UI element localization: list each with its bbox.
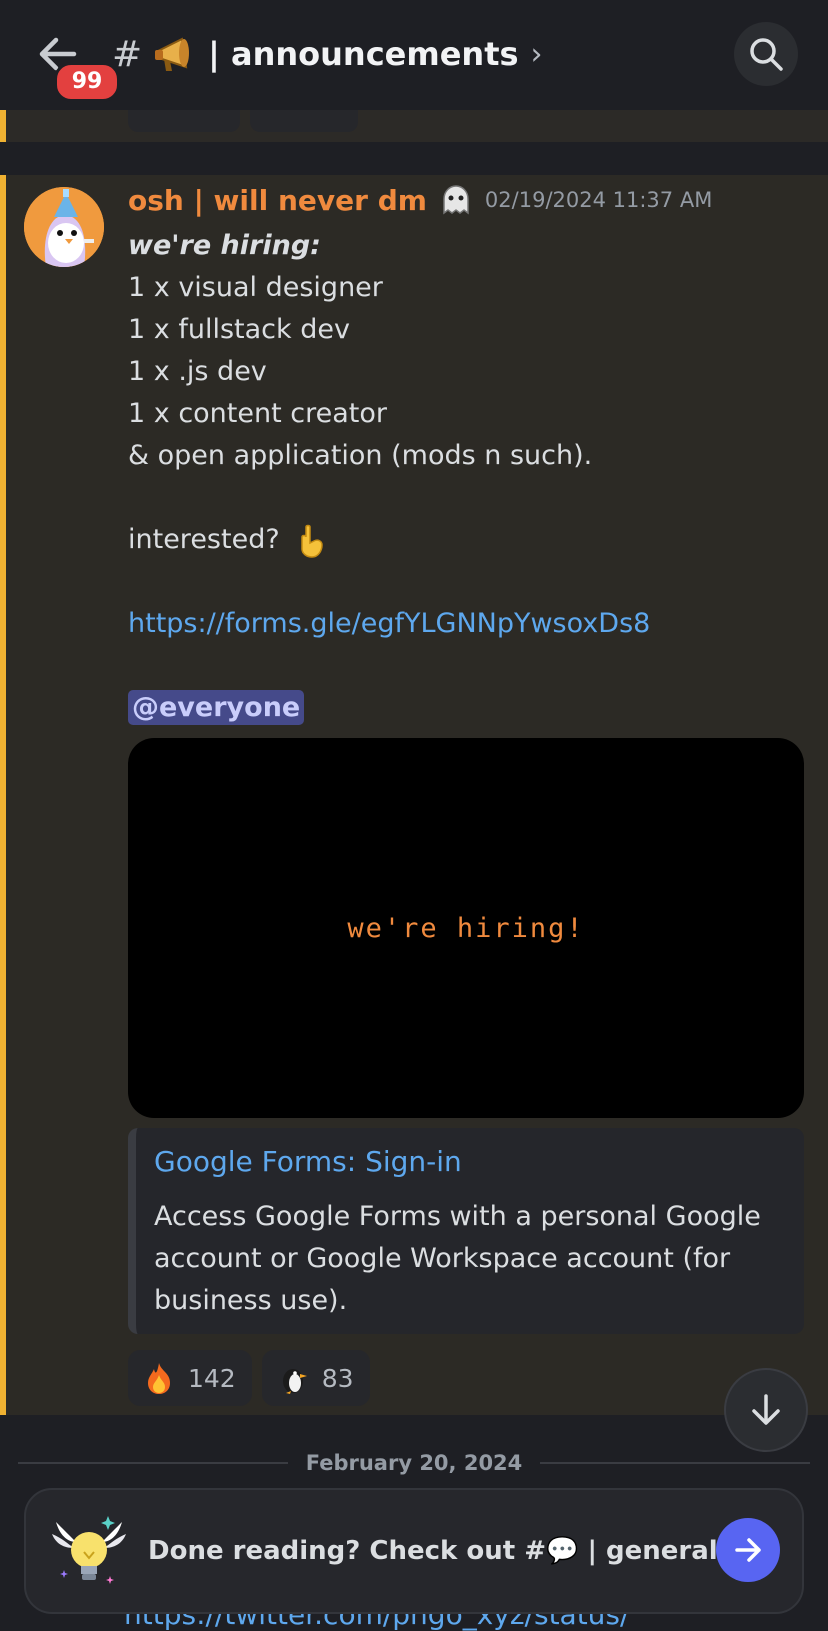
channel-name: | announcements xyxy=(208,35,519,73)
message-line: & open application (mods n such). xyxy=(128,440,593,471)
message-line: 1 x .js dev xyxy=(128,356,267,387)
media-caption: we're hiring! xyxy=(347,912,585,944)
message-content: we're hiring: 1 x visual designer 1 x fu… xyxy=(128,225,808,729)
link-embed[interactable]: Google Forms: Sign-in Access Google Form… xyxy=(128,1128,804,1334)
chevron-right-icon: › xyxy=(530,36,543,72)
video-attachment[interactable]: we're hiring! xyxy=(128,738,804,1118)
author-name[interactable]: osh | will never dm xyxy=(128,184,427,217)
message-line-question: interested? xyxy=(128,519,808,561)
scroll-to-bottom-button[interactable] xyxy=(724,1368,808,1452)
divider-rule xyxy=(540,1462,810,1464)
channel-title[interactable]: # | announcements › xyxy=(112,28,543,80)
go-to-channel-button[interactable] xyxy=(716,1518,780,1582)
pointing-down-icon xyxy=(301,524,324,558)
divider-rule xyxy=(18,1462,288,1464)
message-timestamp: 02/19/2024 11:37 AM xyxy=(484,188,713,212)
reaction-fire[interactable]: 142 xyxy=(128,1350,252,1406)
megaphone-icon xyxy=(155,37,190,71)
everyone-mention[interactable]: @everyone xyxy=(128,690,305,725)
winged-lightbulb-icon xyxy=(52,1516,126,1584)
message-line: 1 x visual designer xyxy=(128,272,383,303)
avatar[interactable] xyxy=(24,187,104,267)
ghost-icon xyxy=(443,185,469,215)
arrow-right-icon xyxy=(735,1538,761,1562)
arrow-down-icon xyxy=(752,1394,780,1425)
reaction-count: 142 xyxy=(188,1363,236,1393)
message-line: 1 x fullstack dev xyxy=(128,314,350,345)
message-line-mention: @everyone xyxy=(128,687,808,729)
divider-date: February 20, 2024 xyxy=(305,1451,523,1475)
channel-hash-icon: # xyxy=(112,33,143,75)
date-divider: February 20, 2024 xyxy=(18,1450,810,1476)
message-header: osh | will never dm 02/19/2024 11:37 AM xyxy=(128,183,712,217)
reactions: 142 83 xyxy=(128,1350,370,1406)
question-text: interested? xyxy=(128,524,280,555)
embed-description: Access Google Forms with a personal Goog… xyxy=(154,1201,761,1316)
message[interactable]: osh | will never dm 02/19/2024 11:37 AM … xyxy=(0,175,828,1415)
search-icon xyxy=(750,38,783,71)
form-link[interactable]: https://forms.gle/egfYLGNNpYwsoxDs8 xyxy=(128,603,808,645)
top-bar: 99 # | announcements › xyxy=(0,0,828,110)
reaction-count: 83 xyxy=(321,1363,354,1393)
previous-message-remnant xyxy=(0,90,828,142)
message-line: 1 x content creator xyxy=(128,398,387,429)
penguin-avatar-icon xyxy=(24,187,104,267)
cta-text: Done reading? Check out #💬 | general. xyxy=(148,1536,728,1566)
fire-icon xyxy=(148,1363,170,1394)
embed-title[interactable]: Google Forms: Sign-in xyxy=(154,1142,782,1182)
penguin-icon xyxy=(282,1369,307,1394)
search-button[interactable] xyxy=(734,22,798,86)
unread-badge: 99 xyxy=(54,62,120,102)
message-line-heading: we're hiring: xyxy=(128,230,321,261)
reaction-penguin[interactable]: 83 xyxy=(261,1350,370,1406)
done-reading-card[interactable]: Done reading? Check out #💬 | general. xyxy=(24,1488,804,1614)
